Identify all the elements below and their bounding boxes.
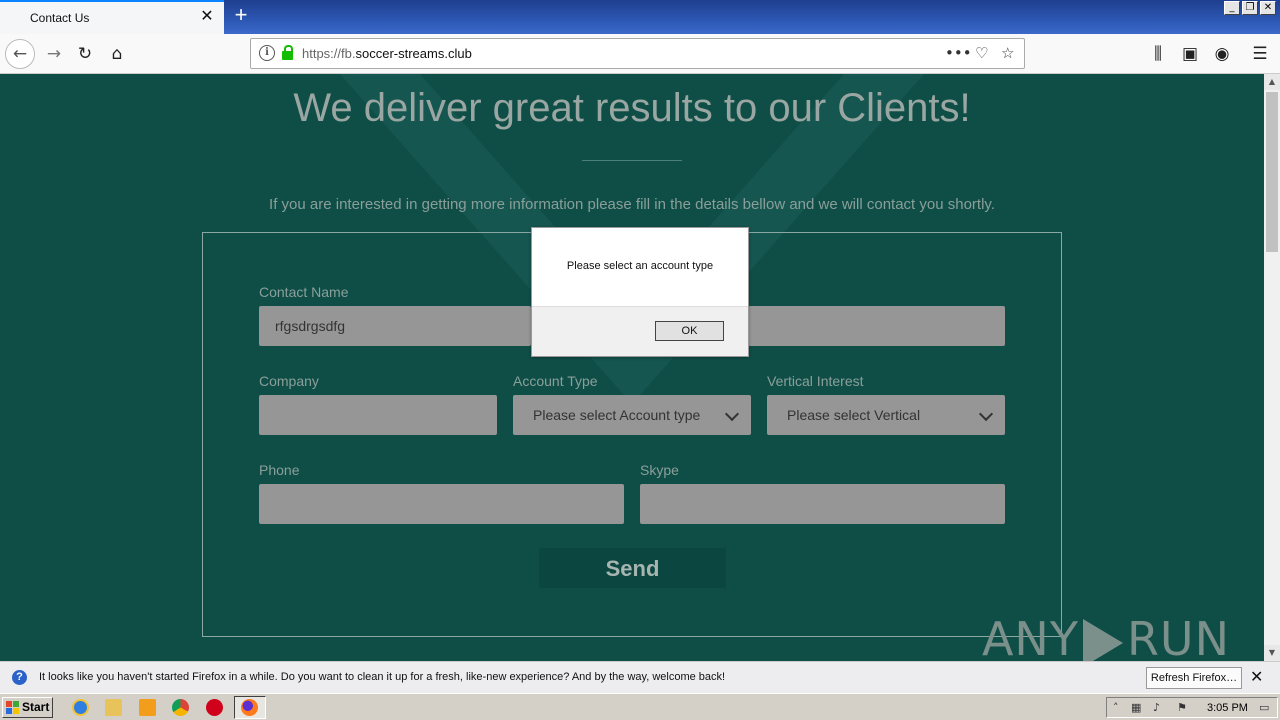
contact-name-label: Contact Name <box>259 284 349 300</box>
back-arrow-icon[interactable]: ← <box>5 39 35 69</box>
page-content: We deliver great results to our Clients!… <box>0 74 1264 661</box>
sidebar-icon[interactable]: ▣ <box>1176 40 1204 68</box>
notification-bar: ? It looks like you haven't started Fire… <box>0 661 1280 693</box>
vertical-interest-value: Please select Vertical <box>787 407 921 423</box>
refresh-firefox-button[interactable]: Refresh Firefox… <box>1146 667 1242 689</box>
skype-label: Skype <box>640 462 679 478</box>
tab-strip: Contact Us ✕ + _ ❐ ✕ <box>0 0 1280 34</box>
start-label: Start <box>22 700 50 714</box>
notification-text: It looks like you haven't started Firefo… <box>39 671 726 683</box>
media-player-icon[interactable] <box>139 699 156 716</box>
nav-bar: ← → ↻ ⌂ i https://fb.soccer-streams.club… <box>0 34 1280 74</box>
phone-label: Phone <box>259 462 300 478</box>
chevron-down-icon <box>978 406 994 422</box>
window-controls: _ ❐ ✕ <box>1224 1 1276 15</box>
alert-message: Please select an account type <box>566 260 714 272</box>
info-icon[interactable]: i <box>259 45 275 61</box>
vertical-interest-label: Vertical Interest <box>767 373 864 389</box>
account-type-select[interactable]: Please select Account type <box>513 395 751 435</box>
reload-icon[interactable]: ↻ <box>71 40 99 68</box>
close-window-button[interactable]: ✕ <box>1260 1 1276 15</box>
send-button[interactable]: Send <box>539 548 726 588</box>
scrollbar-thumb[interactable] <box>1266 92 1278 252</box>
scroll-down-icon[interactable]: ▼ <box>1264 645 1280 661</box>
company-input[interactable] <box>259 395 497 435</box>
bookmark-star-icon[interactable]: ☆ <box>1001 44 1014 62</box>
anyrun-watermark: ANY RUN <box>982 612 1230 661</box>
close-tab-icon[interactable]: ✕ <box>198 8 216 26</box>
taskbar: Start ˄ ▦ ♪ ⚑ 3:05 PM ▭ <box>0 693 1280 720</box>
page-scrollbar[interactable]: ▲ ▼ <box>1264 74 1280 661</box>
new-tab-button[interactable]: + <box>230 4 252 28</box>
question-icon: ? <box>12 670 27 685</box>
lock-icon[interactable] <box>282 45 293 60</box>
folder-icon[interactable] <box>105 699 122 716</box>
firefox-task-button[interactable] <box>234 696 266 719</box>
tab-title: Contact Us <box>30 11 90 25</box>
restore-button[interactable]: ❐ <box>1242 1 1258 15</box>
ok-button[interactable]: OK <box>655 321 724 341</box>
page-actions-icon[interactable]: ••• <box>945 44 972 62</box>
scroll-up-icon[interactable]: ▲ <box>1264 74 1280 90</box>
account-type-value: Please select Account type <box>533 407 701 423</box>
start-button[interactable]: Start <box>2 697 53 718</box>
alert-dialog: Please select an account type OK <box>531 227 749 357</box>
tray-expand-icon[interactable]: ˄ <box>1113 702 1125 714</box>
flag-icon[interactable]: ⚑ <box>1177 702 1189 714</box>
title-divider <box>582 160 682 161</box>
library-icon[interactable]: ⫼ <box>1144 40 1172 68</box>
tab-contact-us[interactable]: Contact Us ✕ <box>0 0 224 34</box>
windows-logo-icon <box>6 701 19 714</box>
minimize-button[interactable]: _ <box>1224 1 1240 15</box>
alert-footer: OK <box>532 306 748 356</box>
close-notification-icon[interactable]: ✕ <box>1250 667 1263 686</box>
contact-name-input[interactable]: rfgsdrgsdfg <box>259 306 531 346</box>
url-text: https://fb.soccer-streams.club <box>302 46 472 61</box>
network-icon[interactable]: ▦ <box>1131 702 1143 714</box>
internet-explorer-icon[interactable] <box>72 699 89 716</box>
url-bar[interactable]: i https://fb.soccer-streams.club ••• ♡ ☆ <box>250 38 1025 69</box>
account-type-label: Account Type <box>513 373 598 389</box>
menu-icon[interactable]: ☰ <box>1246 40 1274 68</box>
play-icon <box>1082 618 1123 661</box>
clock[interactable]: 3:05 PM <box>1207 702 1248 714</box>
chevron-down-icon <box>724 406 740 422</box>
pocket-icon[interactable]: ♡ <box>975 44 988 62</box>
volume-icon[interactable]: ♪ <box>1153 702 1165 714</box>
company-label: Company <box>259 373 319 389</box>
account-icon[interactable]: ◉ <box>1208 40 1236 68</box>
show-desktop-icon[interactable]: ▭ <box>1259 702 1271 714</box>
forward-arrow-icon[interactable]: → <box>40 40 68 68</box>
vertical-interest-select[interactable]: Please select Vertical <box>767 395 1005 435</box>
email-input[interactable] <box>748 306 1005 346</box>
skype-input[interactable] <box>640 484 1005 524</box>
phone-input[interactable] <box>259 484 624 524</box>
page-subtitle: If you are interested in getting more in… <box>269 196 995 213</box>
page-title: We deliver great results to our Clients! <box>293 86 971 130</box>
opera-icon[interactable] <box>206 699 223 716</box>
chrome-icon[interactable] <box>172 699 189 716</box>
firefox-icon <box>241 699 258 716</box>
system-tray: ˄ ▦ ♪ ⚑ 3:05 PM ▭ <box>1106 697 1278 718</box>
home-icon[interactable]: ⌂ <box>103 40 131 68</box>
